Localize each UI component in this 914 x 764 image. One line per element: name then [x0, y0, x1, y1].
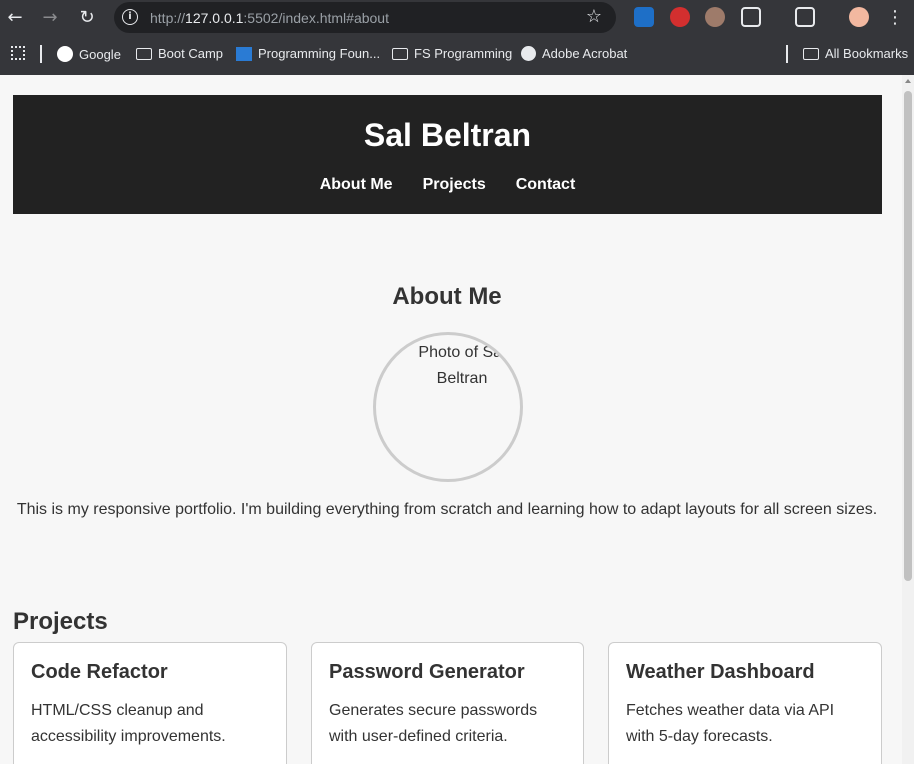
all-bookmarks[interactable]: All Bookmarks	[803, 46, 908, 61]
browser-chrome: ← → ↻ i http://127.0.0.1:5502/index.html…	[0, 0, 914, 75]
menu-kebab-icon[interactable]: ⋮	[883, 6, 907, 30]
folder-icon	[136, 47, 152, 60]
tab-search-icon[interactable]	[795, 7, 815, 27]
project-description: Generates secure passwords with user-def…	[329, 702, 538, 745]
about-text: This is my responsive portfolio. I'm bui…	[16, 501, 878, 518]
project-description: HTML/CSS cleanup and accessibility impro…	[31, 702, 226, 745]
browser-toolbar: ← → ↻ i http://127.0.0.1:5502/index.html…	[0, 0, 914, 36]
vertical-scrollbar[interactable]	[902, 75, 914, 764]
page-viewport: Sal Beltran About Me Projects Contact Ab…	[0, 75, 902, 764]
project-description: Fetches weather data via API with 5-day …	[626, 702, 835, 745]
url-text[interactable]: http://127.0.0.1:5502/index.html#about	[150, 10, 389, 26]
profile-photo: Photo of Sal Beltran	[373, 332, 523, 482]
bookmark-google[interactable]: Google	[57, 46, 121, 62]
photo-alt-text: Photo of Sal Beltran	[418, 344, 506, 387]
project-title: Code Refactor	[31, 661, 168, 683]
project-title: Weather Dashboard	[626, 661, 815, 683]
scroll-up-arrow-icon[interactable]	[905, 79, 911, 83]
globe-icon	[521, 46, 536, 61]
nav-link-contact[interactable]: Contact	[516, 176, 576, 194]
bookmark-adobe-acrobat[interactable]: Adobe Acrobat	[521, 46, 627, 61]
reload-icon[interactable]: ↻	[75, 6, 99, 30]
video-icon	[236, 46, 252, 61]
about-heading: About Me	[392, 283, 502, 310]
site-nav: About Me Projects Contact	[13, 176, 882, 194]
apps-grid-icon[interactable]	[11, 46, 25, 60]
bookmarks-bar: Google Boot Camp Programming Foun... FS …	[0, 36, 914, 73]
nav-link-projects[interactable]: Projects	[423, 176, 486, 194]
address-bar[interactable]: i http://127.0.0.1:5502/index.html#about…	[114, 2, 616, 33]
folder-icon	[392, 47, 408, 60]
back-icon[interactable]: ←	[3, 6, 27, 30]
site-title: Sal Beltran	[363, 117, 532, 153]
bookmark-fs-programming[interactable]: FS Programming	[392, 46, 512, 61]
extensions-puzzle-icon[interactable]	[741, 7, 761, 27]
project-title: Password Generator	[329, 661, 525, 683]
block-extension-icon[interactable]	[670, 7, 690, 27]
folder-icon	[803, 47, 819, 60]
project-card-password-generator[interactable]: Password Generator Generates secure pass…	[311, 642, 584, 764]
site-header: Sal Beltran About Me Projects Contact	[13, 95, 882, 214]
scrollbar-thumb[interactable]	[904, 91, 912, 581]
profile-avatar-icon[interactable]	[849, 7, 869, 27]
bookmark-star-icon[interactable]: ☆	[586, 6, 602, 27]
forward-icon[interactable]: →	[38, 6, 62, 30]
owl-extension-icon[interactable]	[705, 7, 725, 27]
nav-link-about[interactable]: About Me	[320, 176, 393, 194]
project-card-code-refactor[interactable]: Code Refactor HTML/CSS cleanup and acces…	[13, 642, 287, 764]
vscode-extension-icon[interactable]	[634, 7, 654, 27]
projects-heading: Projects	[13, 608, 108, 635]
google-icon	[57, 46, 73, 62]
project-card-weather-dashboard[interactable]: Weather Dashboard Fetches weather data v…	[608, 642, 882, 764]
bookmark-boot-camp[interactable]: Boot Camp	[136, 46, 223, 61]
site-info-icon[interactable]: i	[122, 9, 138, 25]
bookmark-programming-foundations[interactable]: Programming Foun...	[236, 46, 380, 61]
